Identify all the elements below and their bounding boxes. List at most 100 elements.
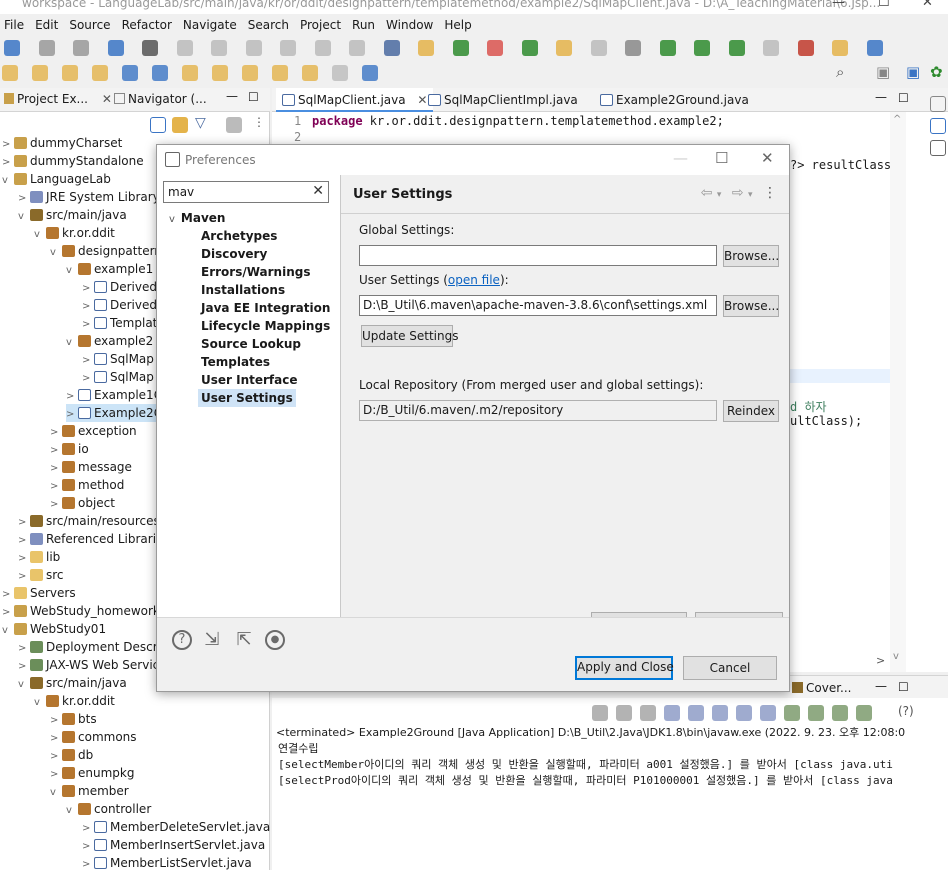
nav-maven[interactable]: v Maven [169,209,225,227]
debug-icon[interactable] [659,40,676,56]
tree-item[interactable]: > Example1G [66,386,163,404]
global-browse-button[interactable]: Browse... [723,245,779,267]
tree-item[interactable]: v designpattern [50,242,162,260]
help-icon[interactable]: ? [172,630,192,650]
chevron-down-icon[interactable]: ▾ [717,190,722,200]
menu-project[interactable]: Project [296,16,348,32]
menu-edit[interactable]: Edit [31,16,65,32]
scroll-up-icon[interactable]: ^ [893,114,901,125]
filter-icon[interactable]: ▽ [195,115,206,131]
maximize-view-icon[interactable]: ☐ [248,90,259,104]
tree-item[interactable]: > bts [50,710,97,728]
cancel-button[interactable]: Cancel [683,656,777,680]
apply-and-close-button[interactable]: Apply and Close [575,656,674,680]
back-icon[interactable]: ⇦ [701,185,713,201]
record-icon[interactable]: ● [265,630,285,650]
chevron-down-icon[interactable]: v [18,676,30,694]
tree-item[interactable]: v kr.or.ddit [34,692,115,710]
tree-item[interactable]: v WebStudy01 [2,620,106,638]
tree-item[interactable]: v src/main/java [18,674,127,692]
disconnect-icon[interactable] [280,40,296,56]
tab-project-explorer[interactable]: Project Ex... ✕ [4,92,112,106]
brush-icon[interactable] [62,65,78,81]
nav-installations[interactable]: Installations [201,281,285,299]
tree-item[interactable]: > io [50,440,89,458]
remove-all-icon[interactable] [640,705,656,721]
editor-scrollbar[interactable]: ^ v [890,112,906,672]
tree-item[interactable]: v example1 [66,260,153,278]
tree-item[interactable]: > MemberListServlet.java [82,854,252,870]
task-list-icon[interactable] [930,118,946,134]
bean-icon[interactable] [521,40,538,56]
tree-item[interactable]: > SqlMap [82,350,154,368]
new-icon[interactable] [4,40,20,56]
terminate-icon[interactable] [245,40,262,56]
menu-window[interactable]: Window [382,16,440,32]
tree-item[interactable]: > exception [50,422,137,440]
reindex-button[interactable]: Reindex [723,400,779,422]
tab-coverage[interactable]: Cover... [792,681,851,695]
export-icon[interactable]: ⇱ [234,630,254,650]
scroll-right-icon[interactable]: > [876,654,885,667]
import-icon[interactable]: ⇲ [202,630,222,650]
nav-user-settings[interactable]: User Settings [198,389,296,407]
tree-item[interactable]: v example2 [66,332,153,350]
forward-disabled-icon[interactable] [332,65,348,81]
toggle-icon[interactable] [383,40,400,56]
nav-errors-warnings[interactable]: Errors/Warnings [201,263,310,281]
menu-source[interactable]: Source [65,16,117,32]
step-over-icon[interactable] [349,40,365,56]
tree-item[interactable]: > MemberInsertServlet.java [82,836,265,854]
tab-navigator[interactable]: Navigator (... [114,92,207,106]
console-help-icon[interactable]: (?) [898,704,914,718]
tree-item[interactable]: > lib [18,548,60,566]
java-perspective-icon[interactable]: ▣ [906,63,920,81]
chevron-down-icon[interactable]: v [2,622,14,640]
chevron-down-icon[interactable]: v [66,262,78,280]
pin-console-icon[interactable] [784,705,800,721]
minimize-view-icon[interactable]: — [226,89,238,103]
console-icon[interactable] [107,40,124,56]
stop-icon[interactable] [763,40,779,56]
pin-icon[interactable] [362,65,378,81]
cut-icon[interactable] [590,40,607,56]
word-wrap-icon[interactable] [712,705,728,721]
chevron-down-icon[interactable]: v [66,802,78,820]
chevron-down-icon[interactable]: ▾ [748,190,753,200]
menu-refactor[interactable]: Refactor [118,16,179,32]
nav-discovery[interactable]: Discovery [201,245,267,263]
minimize-icon[interactable]: — [832,0,845,10]
tree-item[interactable]: > src [18,566,64,584]
spring-icon[interactable] [452,40,469,56]
chevron-right-icon[interactable]: > [82,856,94,870]
server-icon[interactable] [797,40,814,56]
pilcrow-icon[interactable] [625,40,641,56]
display-console-icon[interactable] [808,705,824,721]
nav-java-ee-integration[interactable]: Java EE Integration [201,299,330,317]
tree-item[interactable]: > db [50,746,93,764]
chevron-down-icon[interactable]: v [66,334,78,352]
code-line-1[interactable]: package kr.or.ddit.designpattern.templat… [312,114,724,128]
back-nav-icon[interactable] [272,65,288,81]
menu-help[interactable]: Help [440,16,478,32]
run-icon[interactable] [694,40,710,56]
chevron-down-icon[interactable]: v [34,694,46,712]
tree-item[interactable]: v LanguageLab [2,170,111,188]
perspective-icon[interactable] [866,40,883,56]
chevron-down-icon[interactable]: v [18,208,30,226]
filter-input[interactable]: mav ✕ [163,181,329,203]
nav-archetypes[interactable]: Archetypes [201,227,277,245]
search-icon[interactable]: ⌕ [836,63,844,81]
update-settings-button[interactable]: Update Settings [361,325,459,347]
globe-icon[interactable] [122,65,138,81]
menu-run[interactable]: Run [348,16,382,32]
forward-nav-icon[interactable] [302,65,318,81]
minimize-editor-icon[interactable]: — [875,90,887,104]
maximize-console-icon[interactable]: ☐ [898,680,909,694]
search-files-icon[interactable] [152,65,168,81]
open-type-icon[interactable] [2,65,18,81]
dialog-close-icon[interactable]: ✕ [761,149,774,167]
menu-file[interactable]: File [0,16,31,32]
focus-icon[interactable] [226,117,242,133]
suspend-icon[interactable] [211,40,227,56]
